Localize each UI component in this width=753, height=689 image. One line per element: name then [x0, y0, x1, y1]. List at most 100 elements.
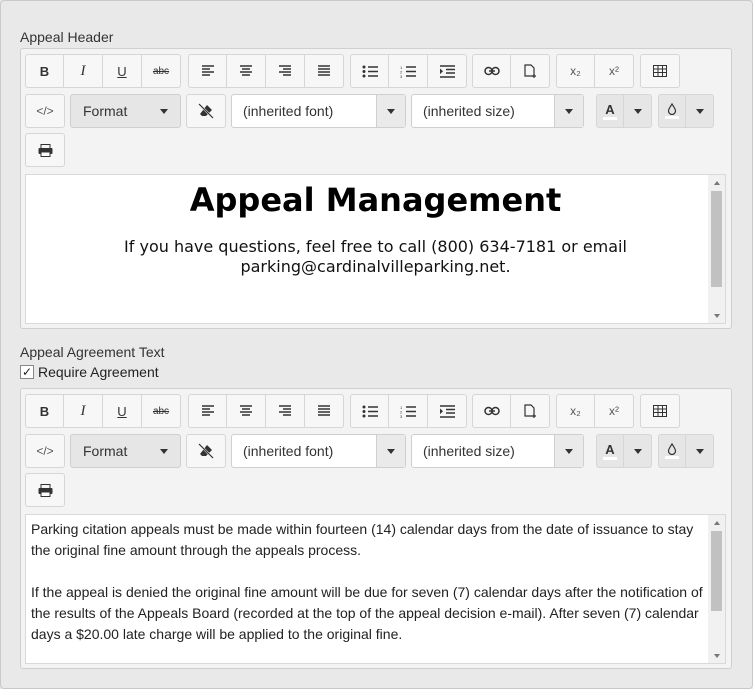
insert-group — [472, 394, 550, 428]
italic-icon: I — [80, 62, 86, 79]
scroll-thumb[interactable] — [711, 531, 722, 611]
table-button[interactable] — [640, 394, 680, 428]
format-dropdown-label: Format — [83, 103, 128, 119]
align-left-icon — [201, 65, 214, 76]
chevron-down-icon — [695, 108, 704, 114]
indent-button[interactable] — [428, 394, 467, 428]
subscript-button[interactable]: x₂ — [556, 394, 595, 428]
scroll-down-arrow[interactable] — [708, 648, 725, 663]
require-agreement-row: ✓ Require Agreement — [20, 364, 159, 380]
underline-button[interactable]: U — [103, 54, 142, 88]
background-color-arrow[interactable] — [686, 94, 714, 128]
background-color-arrow[interactable] — [686, 434, 714, 468]
strikethrough-button[interactable]: abc — [142, 54, 181, 88]
align-justify-button[interactable] — [305, 54, 344, 88]
align-right-icon — [279, 65, 291, 76]
chevron-down-icon — [554, 95, 583, 127]
indent-button[interactable] — [428, 54, 467, 88]
code-view-button[interactable]: </> — [25, 94, 65, 128]
link-button[interactable] — [472, 394, 511, 428]
appeal-agreement-content[interactable]: Parking citation appeals must be made wi… — [25, 514, 726, 664]
background-color-button[interactable] — [658, 434, 686, 468]
insert-group — [472, 54, 550, 88]
text-color-button[interactable]: A — [596, 94, 624, 128]
font-family-dropdown[interactable]: (inherited font) — [231, 434, 406, 468]
text-style-group: B I U abc — [25, 54, 181, 88]
script-group: x₂ x² — [556, 394, 634, 428]
require-agreement-checkbox[interactable]: ✓ — [20, 365, 34, 379]
clear-format-button[interactable] — [186, 94, 226, 128]
code-view-button[interactable]: </> — [25, 434, 65, 468]
clear-format-button[interactable] — [186, 434, 226, 468]
format-dropdown[interactable]: Format — [70, 94, 181, 128]
text-color-arrow[interactable] — [624, 434, 652, 468]
text-color-button[interactable]: A — [596, 434, 624, 468]
font-size-dropdown[interactable]: (inherited size) — [411, 94, 584, 128]
text-color-arrow[interactable] — [624, 94, 652, 128]
scroll-up-arrow[interactable] — [708, 175, 725, 190]
indent-icon — [440, 64, 455, 78]
scroll-down-arrow[interactable] — [708, 308, 725, 323]
italic-button[interactable]: I — [64, 54, 103, 88]
format-dropdown[interactable]: Format — [70, 434, 181, 468]
font-size-dropdown[interactable]: (inherited size) — [411, 434, 584, 468]
svg-text:3: 3 — [400, 414, 403, 418]
strikethrough-button[interactable]: abc — [142, 394, 181, 428]
superscript-button[interactable]: x² — [595, 394, 634, 428]
svg-text:3: 3 — [400, 74, 403, 78]
link-button[interactable] — [472, 54, 511, 88]
strikethrough-icon: abc — [152, 65, 170, 77]
table-icon — [653, 405, 667, 417]
header-scrollbar[interactable] — [708, 175, 725, 323]
align-center-button[interactable] — [227, 394, 266, 428]
align-center-icon — [240, 405, 252, 416]
list-group: 123 — [350, 394, 467, 428]
print-button[interactable] — [25, 473, 65, 507]
background-color-button[interactable] — [658, 94, 686, 128]
numbered-list-icon: 123 — [400, 65, 416, 78]
bullet-list-button[interactable] — [350, 54, 389, 88]
align-center-button[interactable] — [227, 54, 266, 88]
appeal-agreement-label: Appeal Agreement Text — [20, 344, 165, 360]
font-size-value: (inherited size) — [423, 443, 515, 459]
insert-file-button[interactable] — [511, 54, 550, 88]
underline-icon: U — [117, 403, 127, 419]
print-icon — [38, 483, 52, 497]
align-left-button[interactable] — [188, 54, 227, 88]
superscript-icon: x² — [609, 404, 619, 418]
font-size-value: (inherited size) — [423, 103, 515, 119]
numbered-list-button[interactable]: 123 — [389, 54, 428, 88]
appeal-header-content[interactable]: Appeal Management If you have questions,… — [25, 174, 726, 324]
scroll-up-arrow[interactable] — [708, 515, 725, 530]
print-button[interactable] — [25, 133, 65, 167]
align-justify-button[interactable] — [305, 394, 344, 428]
agreement-text: Parking citation appeals must be made wi… — [26, 515, 725, 645]
align-center-icon — [240, 65, 252, 76]
bullet-list-icon — [362, 65, 378, 77]
agreement-scrollbar[interactable] — [708, 515, 725, 663]
align-left-button[interactable] — [188, 394, 227, 428]
text-color-group: A — [596, 434, 652, 468]
background-color-group — [658, 94, 714, 128]
link-icon — [483, 66, 500, 76]
underline-button[interactable]: U — [103, 394, 142, 428]
appeal-header-editor: B I U abc 123 x₂ x² </> Format (inherite… — [20, 48, 732, 329]
bold-button[interactable]: B — [25, 54, 64, 88]
alignment-group — [188, 54, 344, 88]
subscript-button[interactable]: x₂ — [556, 54, 595, 88]
font-family-dropdown[interactable]: (inherited font) — [231, 94, 406, 128]
italic-button[interactable]: I — [64, 394, 103, 428]
bullet-list-icon — [362, 405, 378, 417]
code-view-icon: </> — [36, 104, 54, 118]
numbered-list-button[interactable]: 123 — [389, 394, 428, 428]
scroll-thumb[interactable] — [711, 191, 722, 287]
bullet-list-button[interactable] — [350, 394, 389, 428]
script-group: x₂ x² — [556, 54, 634, 88]
require-agreement-label[interactable]: Require Agreement — [38, 364, 159, 380]
table-button[interactable] — [640, 54, 680, 88]
bold-button[interactable]: B — [25, 394, 64, 428]
superscript-button[interactable]: x² — [595, 54, 634, 88]
align-right-button[interactable] — [266, 394, 305, 428]
insert-file-button[interactable] — [511, 394, 550, 428]
align-right-button[interactable] — [266, 54, 305, 88]
